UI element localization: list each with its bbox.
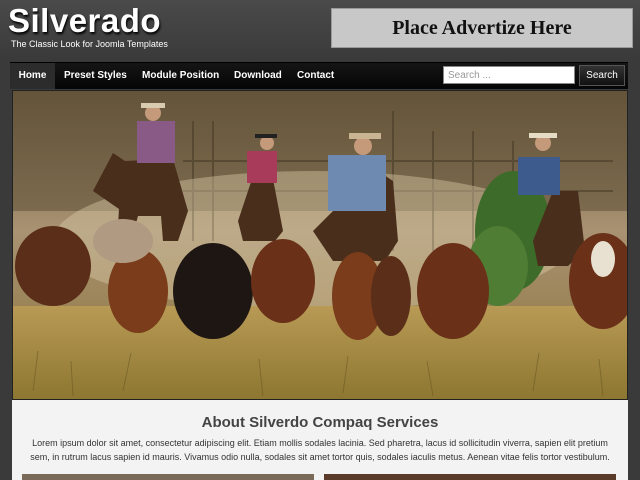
hero-cattle-drive-illustration [13, 91, 627, 399]
about-title: About Silverdo Compaq Services [201, 414, 439, 431]
article-thumbnail-left [22, 474, 314, 480]
site-logo-title[interactable]: Silverado [8, 2, 161, 40]
site-tagline: The Classic Look for Joomla Templates [11, 39, 168, 49]
main-nav: Home Preset Styles Module Position Downl… [10, 62, 628, 89]
nav-item-preset-styles[interactable]: Preset Styles [55, 63, 136, 89]
search-button[interactable]: Search [579, 65, 625, 86]
article-thumbnail-right [324, 474, 616, 480]
site-header: Silverado The Classic Look for Joomla Te… [0, 0, 640, 60]
search-input[interactable] [443, 66, 575, 84]
nav-item-contact[interactable]: Contact [288, 63, 343, 89]
about-section: About Silverdo Compaq Services Lorem ips… [12, 400, 628, 480]
about-body-text: Lorem ipsum dolor sit amet, consectetur … [30, 438, 610, 462]
nav-item-home[interactable]: Home [10, 63, 55, 89]
nav-item-download[interactable]: Download [225, 63, 291, 89]
ad-banner[interactable]: Place Advertize Here [331, 8, 633, 48]
hero-image [12, 90, 628, 400]
nav-item-module-position[interactable]: Module Position [133, 63, 228, 89]
